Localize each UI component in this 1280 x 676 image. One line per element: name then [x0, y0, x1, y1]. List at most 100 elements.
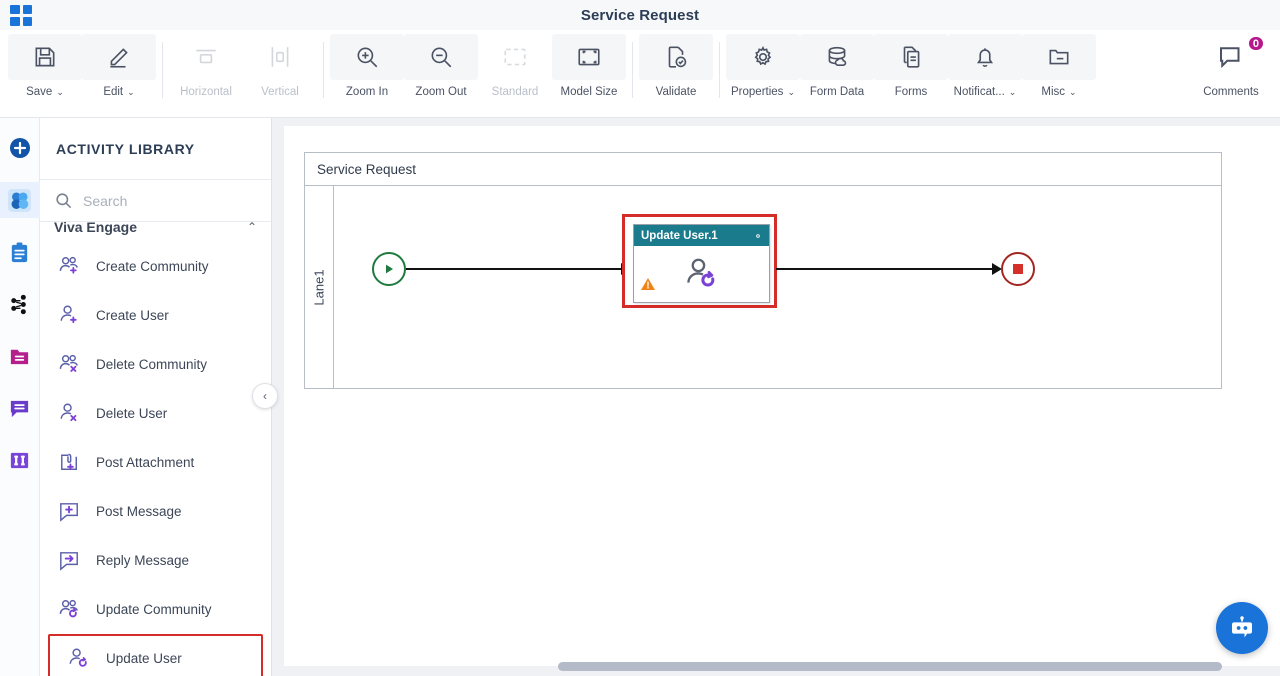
- warning-triangle-icon[interactable]: [640, 276, 656, 297]
- toolbar-edit-button[interactable]: Edit ⌄: [82, 34, 156, 108]
- activity-item-delete-user[interactable]: Delete User: [40, 389, 271, 438]
- rail-item-tasks[interactable]: [0, 234, 40, 270]
- comments-badge: 0: [1246, 35, 1265, 52]
- update-community-icon: [54, 596, 84, 623]
- title-bar: Service Request: [0, 0, 1280, 30]
- toolbar-model-size-button[interactable]: Model Size: [552, 34, 626, 108]
- horizontal-scrollbar[interactable]: [558, 662, 1222, 671]
- toolbar-label: Misc: [1041, 86, 1066, 98]
- pool-title: Service Request: [317, 161, 417, 177]
- toolbar-label: Comments: [1203, 86, 1259, 98]
- activity-list: Create Community Create User Delete Comm…: [40, 238, 271, 676]
- toolbar-label: Zoom In: [345, 86, 389, 98]
- rail-item-messages[interactable]: [0, 390, 40, 426]
- pool-service-request[interactable]: Service Request Lane1 Update User.1: [304, 152, 1222, 389]
- rail-item-process[interactable]: [0, 286, 40, 322]
- task-body: [634, 246, 769, 302]
- lane-body[interactable]: Update User.1: [334, 186, 1223, 389]
- activity-item-update-community[interactable]: Update Community: [40, 585, 271, 634]
- toolbar-label: Properties: [731, 86, 784, 98]
- chevron-down-icon: ⌄: [56, 86, 64, 97]
- task-header: Update User.1: [634, 225, 769, 246]
- plus-circle-icon: [9, 138, 30, 158]
- clipboard-icon: [11, 241, 28, 262]
- rail-item-add-new[interactable]: [0, 130, 40, 166]
- page-title: Service Request: [580, 6, 700, 24]
- activity-item-create-user[interactable]: Create User: [40, 291, 271, 340]
- activity-library-panel: ACTIVITY LIBRARY Viva Engage ⌃: [40, 118, 272, 676]
- rail-item-documents[interactable]: [0, 338, 40, 374]
- toolbar-label: Edit: [103, 86, 124, 98]
- columns-icon: [10, 452, 29, 468]
- activity-label: Update Community: [96, 601, 212, 617]
- toolbar-label: Validate: [655, 86, 697, 98]
- save-floppy-icon: [8, 34, 82, 80]
- standard-size-icon: [478, 34, 552, 80]
- activity-item-reply-message[interactable]: Reply Message: [40, 536, 271, 585]
- panel-collapse-button[interactable]: ‹: [252, 383, 278, 409]
- sequence-flow-1: [406, 268, 622, 270]
- post-message-icon: [54, 498, 84, 525]
- activity-label: Create Community: [96, 258, 209, 274]
- toolbar-misc-button[interactable]: Misc ⌄: [1022, 34, 1096, 108]
- diagram-canvas[interactable]: Service Request Lane1 Update User.1: [284, 126, 1280, 666]
- toolbar-properties-button[interactable]: Properties ⌄: [726, 34, 800, 108]
- rail-item-community[interactable]: [0, 182, 40, 218]
- toolbar-standard-button[interactable]: Standard: [478, 34, 552, 108]
- activity-item-delete-community[interactable]: Delete Community: [40, 340, 271, 389]
- toolbar-label: Notificat...: [953, 86, 1005, 98]
- task-selection-frame[interactable]: Update User.1: [622, 214, 777, 308]
- delete-user-icon: [54, 400, 84, 427]
- toolbar-zoom-in-button[interactable]: Zoom In: [330, 34, 404, 108]
- activity-item-post-attachment[interactable]: Post Attachment: [40, 438, 271, 487]
- activity-item-post-message[interactable]: Post Message: [40, 487, 271, 536]
- toolbar-horizontal-button[interactable]: Horizontal: [169, 34, 243, 108]
- chatbot-assistant-button[interactable]: [1216, 602, 1268, 654]
- canvas-area[interactable]: Service Request Lane1 Update User.1: [272, 118, 1280, 676]
- task-update-user[interactable]: Update User.1: [633, 224, 770, 303]
- start-event[interactable]: [372, 252, 406, 286]
- database-cloud-icon: [800, 34, 874, 80]
- toolbar-comments-button[interactable]: 0 Comments: [1188, 34, 1274, 108]
- activity-label: Delete Community: [96, 356, 208, 372]
- search-icon[interactable]: [54, 191, 73, 210]
- toolbar-zoom-out-button[interactable]: Zoom Out: [404, 34, 478, 108]
- validate-check-icon: [639, 34, 713, 80]
- search-input[interactable]: [83, 192, 243, 209]
- panel-header: ACTIVITY LIBRARY: [40, 118, 271, 180]
- chevron-down-icon: ⌄: [1069, 86, 1077, 97]
- toolbar-divider: [719, 42, 720, 98]
- toolbar-label: Zoom Out: [415, 86, 467, 98]
- pencil-icon: [82, 34, 156, 80]
- toolbar-forms-button[interactable]: Forms: [874, 34, 948, 108]
- end-event[interactable]: [1001, 252, 1035, 286]
- zoom-out-icon: [404, 34, 478, 80]
- create-user-icon: [54, 302, 84, 329]
- rail-item-columns[interactable]: [0, 442, 40, 478]
- gear-icon[interactable]: [752, 230, 764, 242]
- lane-header: Lane1: [305, 186, 334, 389]
- lane-label: Lane1: [311, 269, 327, 306]
- toolbar-notifications-button[interactable]: Notificat... ⌄: [948, 34, 1022, 108]
- toolbar-validate-button[interactable]: Validate: [639, 34, 713, 108]
- toolbar-save-button[interactable]: Save ⌄: [8, 34, 82, 108]
- workflow-nodes-icon: [11, 294, 26, 314]
- toolbar-form-data-button[interactable]: Form Data: [800, 34, 874, 108]
- chevron-down-icon: ⌄: [787, 86, 795, 97]
- chevron-up-icon: ⌃: [246, 220, 257, 234]
- delete-community-icon: [54, 351, 84, 378]
- left-rail: [0, 118, 40, 676]
- model-size-icon: [552, 34, 626, 80]
- pool-header: Service Request: [305, 153, 1221, 186]
- toolbar-divider: [323, 42, 324, 98]
- activity-label: Reply Message: [96, 552, 190, 568]
- activity-label: Post Message: [96, 503, 182, 519]
- activity-item-create-community[interactable]: Create Community: [40, 242, 271, 291]
- toolbar-divider: [162, 42, 163, 98]
- toolbar-divider: [632, 42, 633, 98]
- activity-item-update-user[interactable]: Update User: [48, 634, 263, 676]
- lane-1: Lane1 Update User.1: [305, 186, 1223, 389]
- zoom-in-icon: [330, 34, 404, 80]
- toolbar-vertical-button[interactable]: Vertical: [243, 34, 317, 108]
- app-grid-icon[interactable]: [10, 5, 32, 26]
